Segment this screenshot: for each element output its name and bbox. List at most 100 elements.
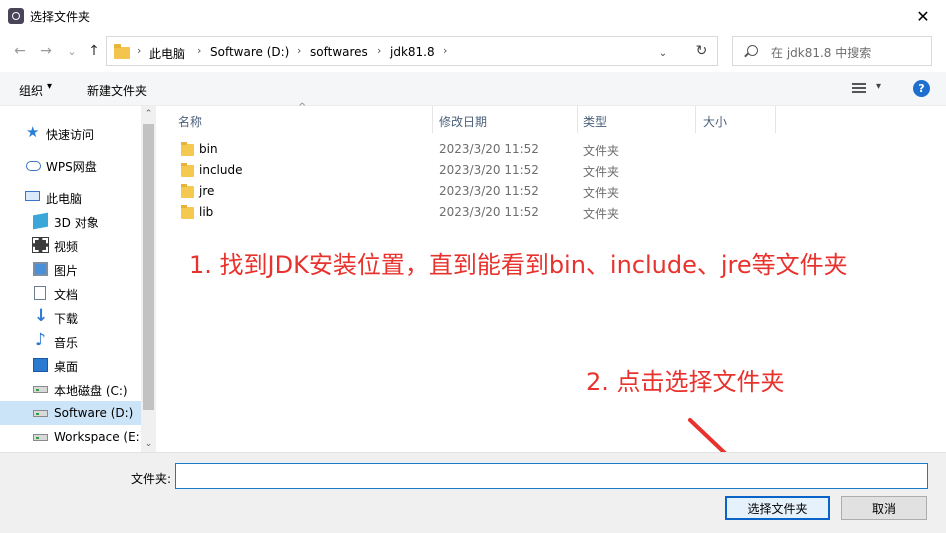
scroll-down-icon[interactable]: ⌄	[141, 436, 156, 452]
sidebar-item-label: Workspace (E:)	[54, 430, 145, 444]
sidebar-item-drive-d[interactable]: Software (D:)	[0, 401, 141, 425]
cancel-button[interactable]: 取消	[841, 496, 927, 520]
file-date: 2023/3/20 11:52	[439, 205, 539, 219]
sidebar-item-label: 视频	[54, 240, 79, 254]
navigation-row: ← → ⌄ ↑ › 此电脑 › Software (D:) › software…	[0, 32, 946, 70]
file-date: 2023/3/20 11:52	[439, 184, 539, 198]
sidebar-item-downloads[interactable]: 下载	[0, 305, 141, 329]
sidebar-item-label: 图片	[54, 264, 79, 278]
navigation-pane: 快速访问 WPS网盘 此电脑 3D 对象 视频 图片 文档 下载 音乐 桌面 本…	[0, 106, 156, 452]
column-header-type[interactable]: 类型	[583, 106, 695, 133]
column-header-size[interactable]: 大小	[703, 106, 775, 133]
close-button[interactable]: ✕	[900, 0, 946, 32]
view-options-icon[interactable]	[852, 83, 866, 95]
sidebar-item-documents[interactable]: 文档	[0, 281, 141, 305]
sidebar-item-label: 下载	[54, 312, 79, 326]
file-name: lib	[199, 205, 214, 219]
table-row[interactable]: lib 2023/3/20 11:52 文件夹	[158, 202, 946, 223]
file-date: 2023/3/20 11:52	[439, 163, 539, 177]
search-box[interactable]: 在 jdk81.8 中搜索	[732, 36, 932, 66]
video-icon	[32, 237, 49, 253]
sidebar-item-label: 此电脑	[46, 192, 83, 206]
new-folder-button[interactable]: 新建文件夹	[87, 82, 147, 99]
table-row[interactable]: include 2023/3/20 11:52 文件夹	[158, 160, 946, 181]
help-icon[interactable]: ?	[913, 80, 930, 97]
sidebar-item-quick-access[interactable]: 快速访问	[0, 121, 141, 145]
window-title: 选择文件夹	[30, 10, 91, 24]
folder-label: 文件夹:	[131, 472, 172, 486]
column-divider[interactable]	[775, 106, 776, 133]
annotation-step-1: 1. 找到JDK安装位置，直到能看到bin、include、jre等文件夹	[189, 251, 848, 279]
sidebar-item-desktop[interactable]: 桌面	[0, 353, 141, 377]
column-header-date[interactable]: 修改日期	[439, 106, 577, 133]
scrollbar-thumb[interactable]	[143, 124, 154, 410]
sidebar-item-drive-e[interactable]: Workspace (E:)	[0, 425, 145, 449]
sidebar-item-label: Software (D:)	[54, 406, 134, 420]
folder-icon	[181, 142, 194, 156]
sidebar-item-pictures[interactable]: 图片	[0, 257, 141, 281]
forward-button[interactable]: →	[36, 41, 56, 61]
back-button[interactable]: ←	[10, 41, 30, 61]
pictures-icon	[33, 262, 48, 276]
sidebar-item-music[interactable]: 音乐	[0, 329, 141, 353]
download-icon	[33, 306, 48, 326]
sidebar-scrollbar[interactable]: ⌃ ⌄	[141, 106, 156, 452]
file-date: 2023/3/20 11:52	[439, 142, 539, 156]
star-icon	[26, 123, 41, 141]
sidebar-item-drive-c[interactable]: 本地磁盘 (C:)	[0, 377, 141, 401]
drive-icon	[33, 410, 48, 417]
breadcrumb-separator: ›	[377, 44, 382, 57]
annotation-step-2: 2. 点击选择文件夹	[586, 368, 785, 396]
refresh-button[interactable]: ↻	[686, 36, 718, 66]
desktop-icon	[33, 358, 48, 372]
dialog-footer: 文件夹: 选择文件夹 取消	[0, 452, 946, 533]
organize-button[interactable]: 组织	[19, 82, 43, 99]
select-folder-button[interactable]: 选择文件夹	[725, 496, 830, 520]
table-row[interactable]: jre 2023/3/20 11:52 文件夹	[158, 181, 946, 202]
drive-icon	[33, 386, 48, 393]
breadcrumb-separator: ›	[297, 44, 302, 57]
title-bar: 选择文件夹 ✕	[0, 0, 946, 32]
scroll-up-icon[interactable]: ⌃	[141, 106, 156, 122]
column-divider[interactable]	[577, 106, 578, 133]
breadcrumb-jdk[interactable]: jdk81.8	[390, 45, 435, 59]
breadcrumb-software-d[interactable]: Software (D:)	[210, 45, 289, 59]
file-type: 文件夹	[583, 165, 620, 179]
folder-icon	[114, 44, 130, 59]
address-bar[interactable]: › 此电脑 › Software (D:) › softwares › jdk8…	[106, 36, 718, 66]
sidebar-item-3d-objects[interactable]: 3D 对象	[0, 209, 141, 233]
recent-locations-button[interactable]: ⌄	[62, 41, 82, 61]
sidebar-item-label: WPS网盘	[46, 160, 97, 174]
column-divider[interactable]	[432, 106, 433, 133]
sidebar-item-wps-cloud[interactable]: WPS网盘	[0, 153, 141, 177]
address-dropdown-icon[interactable]: ⌄	[655, 45, 671, 61]
3d-objects-icon	[33, 212, 48, 230]
sidebar-item-this-pc[interactable]: 此电脑	[0, 185, 141, 209]
sidebar-item-label: 桌面	[54, 360, 79, 374]
app-icon	[8, 8, 24, 24]
breadcrumb-separator: ›	[137, 44, 142, 57]
up-button[interactable]: ↑	[84, 41, 104, 61]
sidebar-item-label: 文档	[54, 288, 79, 302]
table-row[interactable]: bin 2023/3/20 11:52 文件夹	[158, 139, 946, 160]
sidebar-item-videos[interactable]: 视频	[0, 233, 141, 257]
column-divider[interactable]	[695, 106, 696, 133]
column-header-name[interactable]: 名称	[178, 106, 432, 133]
file-name: include	[199, 163, 243, 177]
command-toolbar: 组织 ▾ 新建文件夹 ▾ ?	[0, 72, 946, 106]
view-dropdown-icon[interactable]: ▾	[876, 81, 881, 92]
breadcrumb-softwares[interactable]: softwares	[310, 45, 368, 59]
sidebar-item-label: 音乐	[54, 336, 79, 350]
breadcrumb-this-pc[interactable]: 此电脑	[149, 45, 185, 62]
search-icon	[747, 45, 758, 56]
file-type: 文件夹	[583, 186, 620, 200]
organize-dropdown-icon: ▾	[47, 81, 53, 92]
file-name: bin	[199, 142, 218, 156]
music-icon	[33, 330, 48, 350]
sidebar-item-label: 本地磁盘 (C:)	[54, 384, 128, 398]
folder-icon	[181, 184, 194, 198]
folder-input[interactable]	[175, 463, 928, 489]
sidebar-item-label: 3D 对象	[54, 216, 99, 230]
breadcrumb-separator: ›	[443, 44, 448, 57]
sidebar-item-label: 快速访问	[46, 128, 95, 142]
